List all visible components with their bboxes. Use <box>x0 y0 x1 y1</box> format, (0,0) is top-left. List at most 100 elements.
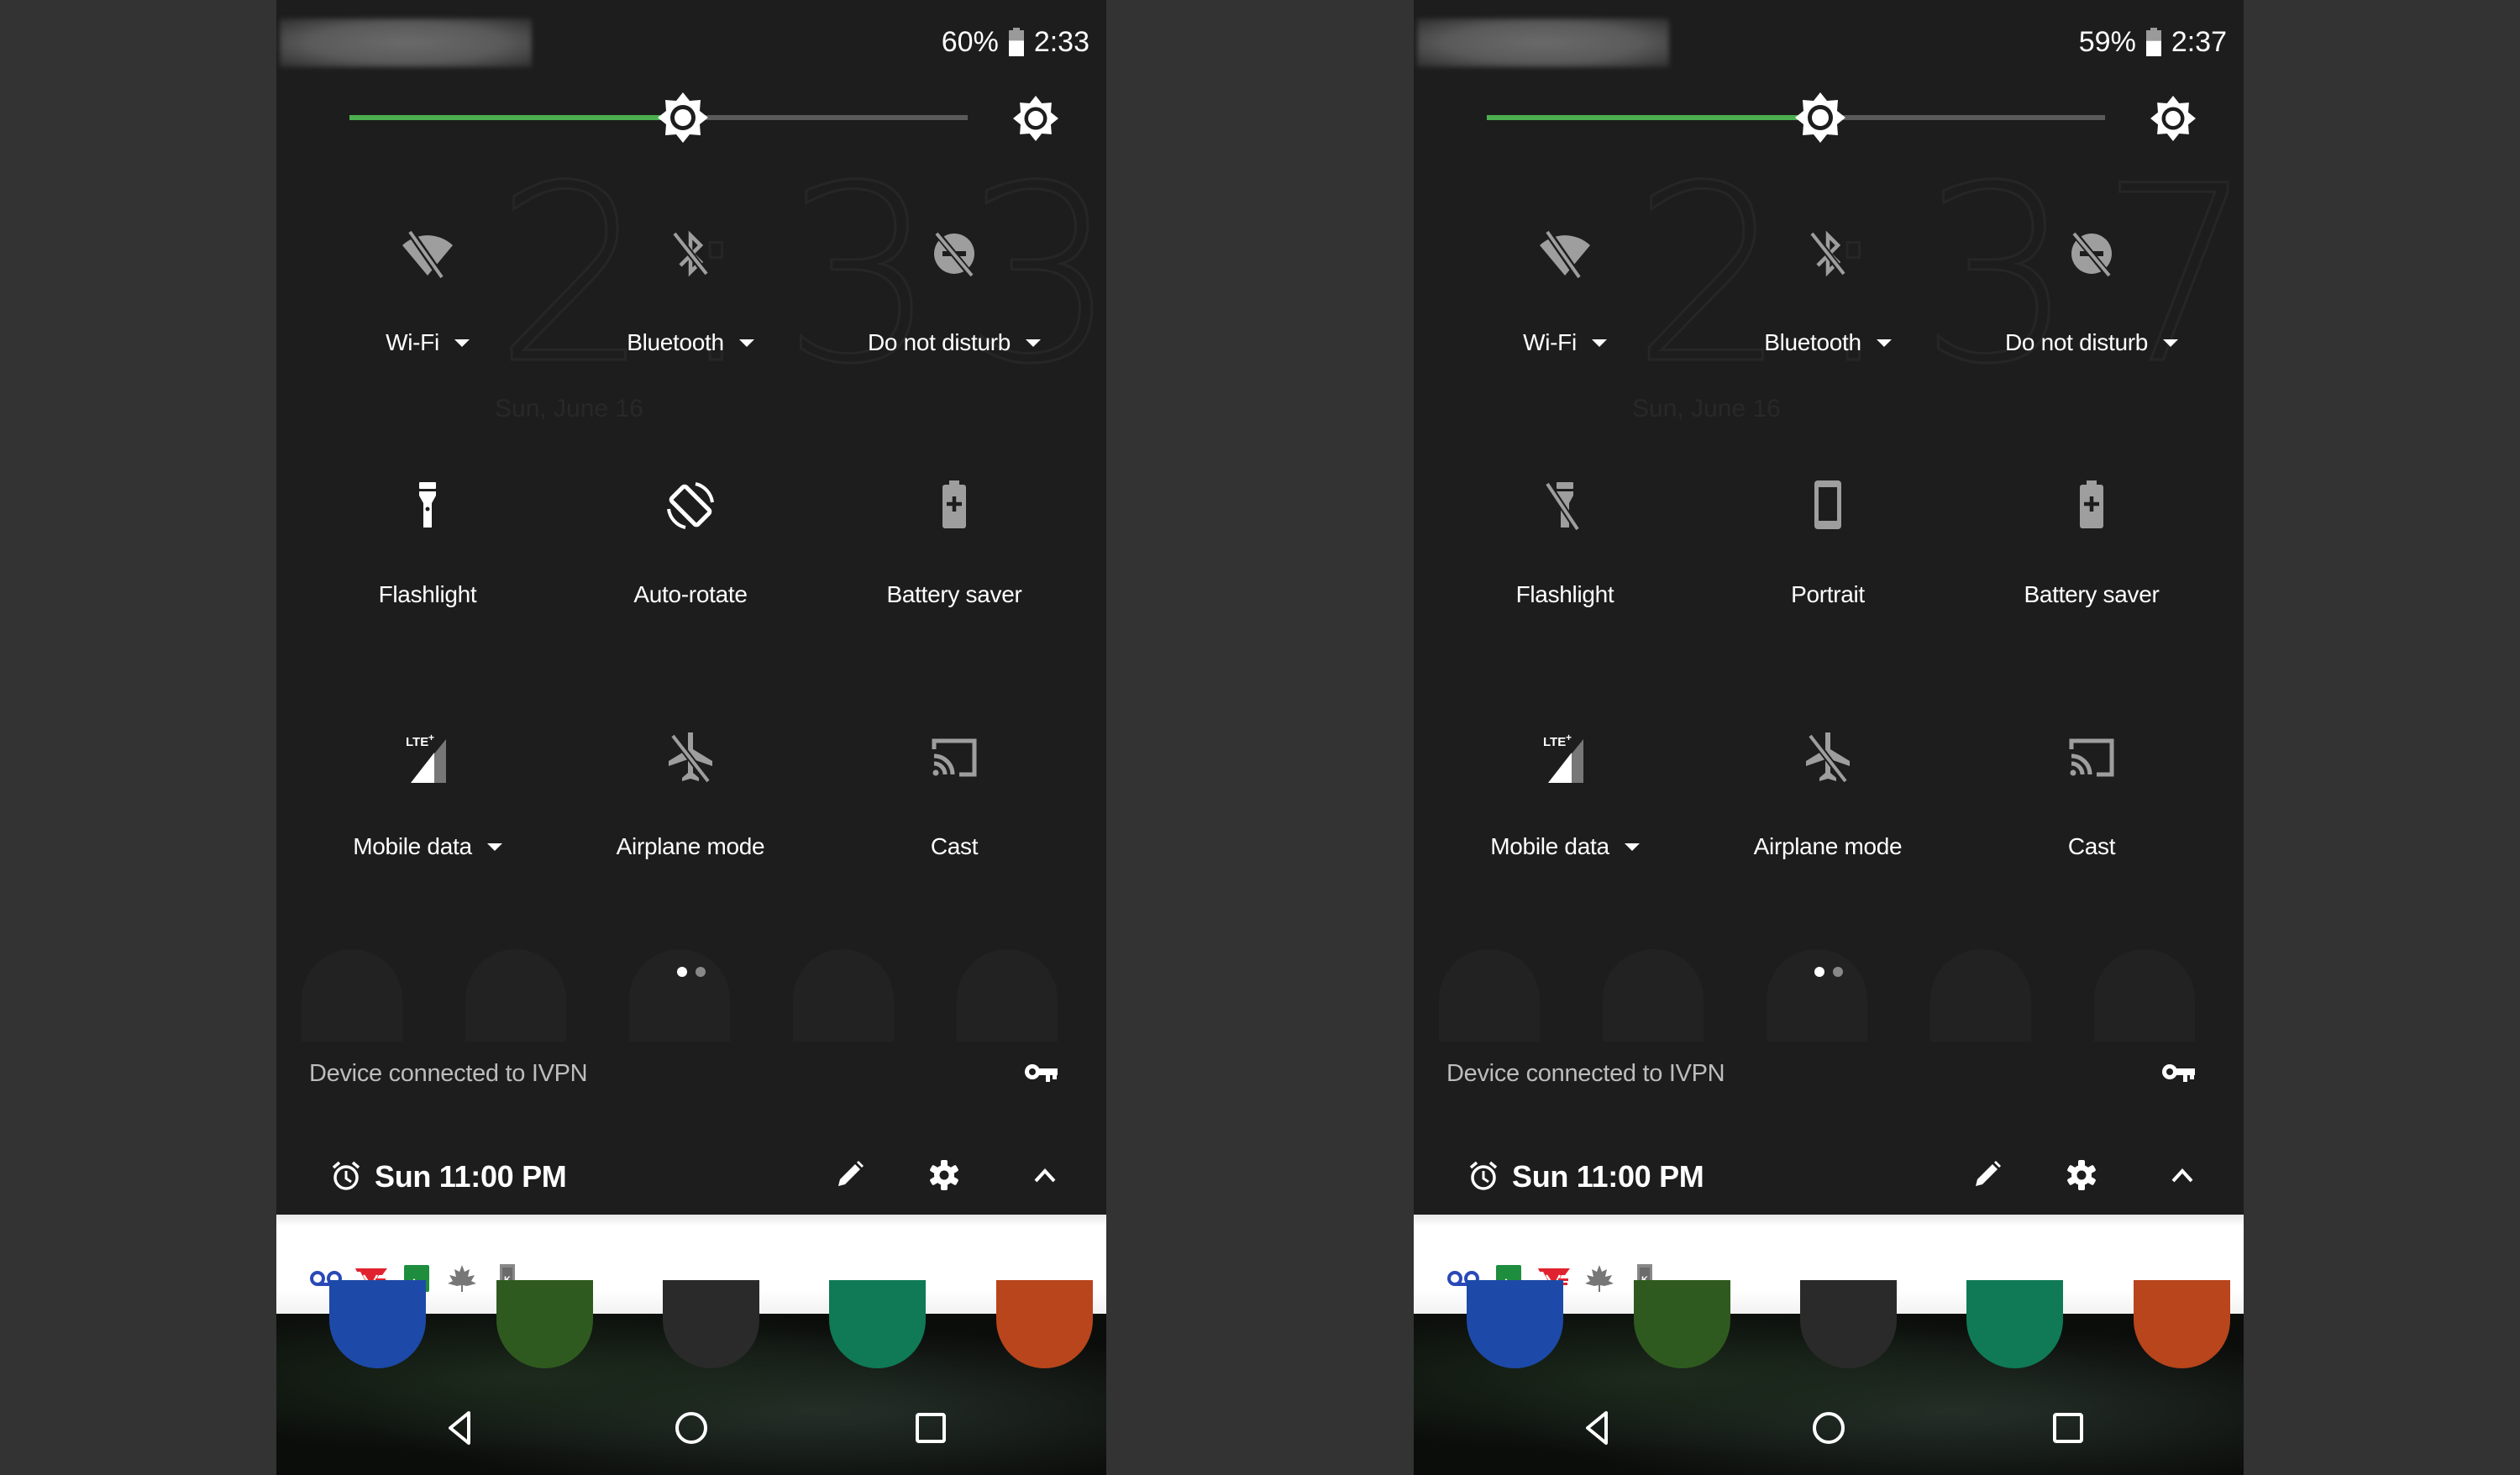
chevron-up-icon[interactable] <box>2166 1159 2198 1191</box>
brightness-thumb-icon[interactable] <box>658 92 709 143</box>
home-icon[interactable] <box>673 1409 710 1446</box>
dock-app-icon <box>1800 1280 1897 1368</box>
redacted-carrier-name <box>280 18 532 67</box>
tile-label-row: Auto-rotate <box>564 581 816 608</box>
quick-settings-footer: Sun 11:00 PM <box>1414 1136 2244 1215</box>
portrait-lock-icon <box>1798 475 1858 536</box>
alarm-icon[interactable] <box>332 1161 360 1191</box>
tile-mobile-data[interactable]: LTE + Mobile data <box>1439 706 1691 907</box>
do-not-disturb-off-icon <box>2061 223 2122 284</box>
tile-bluetooth[interactable]: Bluetooth <box>564 202 816 403</box>
bluetooth-disabled-icon <box>1798 223 1858 284</box>
bluetooth-disabled-icon <box>660 223 721 284</box>
tile-label-row: Portrait <box>1702 581 1954 608</box>
maple-leaf-icon <box>1582 1263 1617 1294</box>
tile-portrait[interactable]: Portrait <box>1702 454 1954 655</box>
page-dot-active[interactable] <box>677 967 687 977</box>
tile-label-row: Cast <box>1966 833 2218 860</box>
vpn-status-row[interactable]: Device connected to IVPN <box>276 1042 1106 1104</box>
tile-label: Battery saver <box>2024 581 2160 607</box>
tile-auto-rotate[interactable]: Auto-rotate <box>564 454 816 655</box>
vpn-status-row[interactable]: Device connected to IVPN <box>1414 1042 2244 1104</box>
tile-label: Wi-Fi <box>386 329 439 355</box>
battery-saver-icon <box>924 475 984 536</box>
tile-airplane-mode[interactable]: Airplane mode <box>564 706 816 907</box>
tile-wi-fi[interactable]: Wi-Fi <box>302 202 554 403</box>
vpn-key-icon <box>1025 1064 1058 1082</box>
brightness-control <box>349 92 1063 143</box>
flashlight-icon <box>397 475 458 536</box>
alarm-icon[interactable] <box>1469 1161 1498 1191</box>
page-dot-active[interactable] <box>1814 967 1824 977</box>
dropdown-caret-icon[interactable] <box>486 842 502 851</box>
tile-do-not-disturb[interactable]: Do not disturb <box>1966 202 2218 403</box>
pencil-icon[interactable] <box>833 1159 865 1191</box>
vpn-status-text: Device connected to IVPN <box>1446 1060 1725 1087</box>
dropdown-caret-icon[interactable] <box>1876 339 1892 347</box>
recents-icon[interactable] <box>912 1409 949 1446</box>
tile-battery-saver[interactable]: Battery saver <box>1966 454 2218 655</box>
page-dot[interactable] <box>696 967 706 977</box>
tile-label-row: Mobile data <box>302 833 554 860</box>
svg-text:LTE: LTE <box>406 735 428 749</box>
auto-brightness-icon[interactable] <box>2150 96 2196 141</box>
tile-flashlight[interactable]: Flashlight <box>1439 454 1691 655</box>
signal-lte-icon: LTE + <box>1535 727 1595 788</box>
tile-label: Mobile data <box>1490 833 1609 859</box>
tile-label: Cast <box>2067 833 2116 859</box>
quick-settings-panel-right: 2:37 Sun, June 16 59% 2:37 Wi-Fi Bluetoot… <box>1414 0 2244 1475</box>
tile-battery-saver[interactable]: Battery saver <box>828 454 1080 655</box>
back-icon[interactable] <box>442 1409 479 1446</box>
signal-lte-icon: LTE + <box>397 727 458 788</box>
auto-brightness-icon[interactable] <box>1013 96 1058 141</box>
back-icon[interactable] <box>1579 1409 1616 1446</box>
cast-icon <box>924 727 984 788</box>
tile-label: Portrait <box>1791 581 1865 607</box>
navigation-bar <box>276 1391 1106 1467</box>
dropdown-caret-icon[interactable] <box>2163 339 2179 347</box>
dropdown-caret-icon[interactable] <box>454 339 470 347</box>
auto-rotate-icon <box>660 475 721 536</box>
tile-label: Bluetooth <box>1764 329 1861 355</box>
dock-app-icon <box>829 1280 926 1368</box>
svg-text:LTE: LTE <box>1543 735 1566 749</box>
tile-label: Wi-Fi <box>1523 329 1577 355</box>
brightness-thumb-icon[interactable] <box>1795 92 1846 143</box>
brightness-slider-fill <box>349 115 684 120</box>
next-alarm-text[interactable]: Sun 11:00 PM <box>375 1159 567 1194</box>
tile-cast[interactable]: Cast <box>1966 706 2218 907</box>
svg-text:+: + <box>1566 732 1572 743</box>
vpn-status-text: Device connected to IVPN <box>309 1060 588 1087</box>
brightness-control <box>1487 92 2201 143</box>
page-indicator <box>276 967 1106 977</box>
gear-icon[interactable] <box>2066 1159 2097 1191</box>
background-app-icons <box>1414 949 2244 1042</box>
pencil-icon[interactable] <box>1971 1159 2003 1191</box>
tile-label-row: Airplane mode <box>1702 833 1954 860</box>
chevron-up-icon[interactable] <box>1029 1159 1061 1191</box>
tile-label-row: Flashlight <box>302 581 554 608</box>
tile-bluetooth[interactable]: Bluetooth <box>1702 202 1954 403</box>
navigation-bar <box>1414 1391 2244 1467</box>
battery-percent: 59% <box>2078 25 2136 58</box>
tile-label: Do not disturb <box>2004 329 2149 355</box>
dropdown-caret-icon[interactable] <box>1624 842 1640 851</box>
tile-airplane-mode[interactable]: Airplane mode <box>1702 706 1954 907</box>
brightness-slider-fill <box>1487 115 1821 120</box>
background-app-icons <box>276 949 1106 1042</box>
tile-flashlight[interactable]: Flashlight <box>302 454 554 655</box>
tile-wi-fi[interactable]: Wi-Fi <box>1439 202 1691 403</box>
dropdown-caret-icon[interactable] <box>1026 339 1042 347</box>
dropdown-caret-icon[interactable] <box>738 339 754 347</box>
next-alarm-text[interactable]: Sun 11:00 PM <box>1512 1159 1704 1194</box>
recents-icon[interactable] <box>2050 1409 2087 1446</box>
tile-do-not-disturb[interactable]: Do not disturb <box>828 202 1080 403</box>
tile-mobile-data[interactable]: LTE + Mobile data <box>302 706 554 907</box>
dropdown-caret-icon[interactable] <box>1591 339 1607 347</box>
tile-cast[interactable]: Cast <box>828 706 1080 907</box>
home-icon[interactable] <box>1810 1409 1847 1446</box>
tile-label: Airplane mode <box>1753 833 1903 859</box>
gear-icon[interactable] <box>928 1159 960 1191</box>
page-dot[interactable] <box>1833 967 1843 977</box>
vpn-key-icon <box>2162 1064 2195 1082</box>
